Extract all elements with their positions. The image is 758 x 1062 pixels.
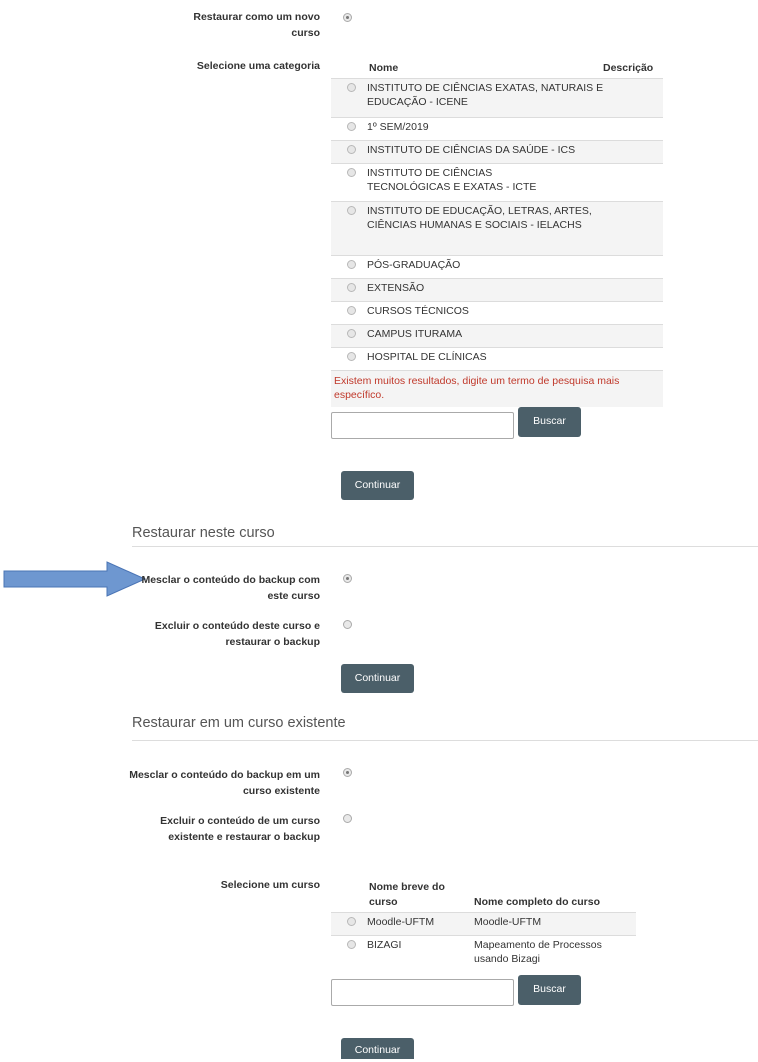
category-name: HOSPITAL DE CLÍNICAS xyxy=(367,351,487,363)
select-category-label: Selecione uma categoria xyxy=(196,60,320,72)
category-row[interactable]: 1º SEM/2019 xyxy=(331,117,663,140)
category-header-name: Nome xyxy=(369,62,399,74)
delete-this-course-radio[interactable] xyxy=(343,620,352,629)
category-name: CAMPUS ITURAMA xyxy=(367,328,463,340)
category-search-input[interactable] xyxy=(331,412,514,439)
category-row[interactable]: INSTITUTO DE CIÊNCIAS DA SAÚDE - ICS xyxy=(331,140,663,163)
category-radio[interactable] xyxy=(347,329,356,338)
category-radio[interactable] xyxy=(347,122,356,131)
course-header-short: Nome breve do curso xyxy=(369,881,445,908)
merge-this-course-radio[interactable] xyxy=(343,574,352,583)
category-search-button[interactable]: Buscar xyxy=(518,407,581,437)
course-search-input[interactable] xyxy=(331,979,514,1006)
divider xyxy=(132,546,758,547)
restore-new-course-radio[interactable] xyxy=(343,13,352,22)
restore-new-course-label: Restaurar como um novo curso xyxy=(193,11,320,39)
delete-existing-course-label: Excluir o conteúdo de um curso existente… xyxy=(160,815,320,843)
category-radio[interactable] xyxy=(347,283,356,292)
category-name: PÓS-GRADUAÇÃO xyxy=(367,259,461,271)
category-name: CURSOS TÉCNICOS xyxy=(367,305,469,317)
merge-this-course-label: Mesclar o conteúdo do backup com este cu… xyxy=(141,574,320,602)
course-header-full: Nome completo do curso xyxy=(474,896,601,908)
course-search-button[interactable]: Buscar xyxy=(518,975,581,1005)
category-radio[interactable] xyxy=(347,83,356,92)
continue-this-course-button[interactable]: Continuar xyxy=(341,664,414,693)
category-radio[interactable] xyxy=(347,145,356,154)
course-radio[interactable] xyxy=(347,940,356,949)
category-radio[interactable] xyxy=(347,306,356,315)
delete-existing-course-radio[interactable] xyxy=(343,814,352,823)
category-row[interactable]: CURSOS TÉCNICOS xyxy=(331,301,663,324)
category-radio[interactable] xyxy=(347,168,356,177)
course-full-name: Mapeamento de Processos usando Bizagi xyxy=(474,939,602,965)
category-name: INSTITUTO DE CIÊNCIAS DA SAÚDE - ICS xyxy=(367,144,576,156)
section-title-existing-course: Restaurar em um curso existente xyxy=(132,715,346,731)
category-row[interactable]: CAMPUS ITURAMA xyxy=(331,324,663,347)
category-row[interactable]: INSTITUTO DE EDUCAÇÃO, LETRAS, ARTES, CI… xyxy=(331,201,663,255)
course-row[interactable]: Moodle-UFTM Moodle-UFTM xyxy=(331,912,636,935)
category-name: 1º SEM/2019 xyxy=(367,121,429,133)
category-name: INSTITUTO DE CIÊNCIAS EXATAS, NATURAIS E… xyxy=(367,82,604,108)
category-name: INSTITUTO DE EDUCAÇÃO, LETRAS, ARTES, CI… xyxy=(367,205,592,231)
category-row[interactable]: INSTITUTO DE CIÊNCIAS TECNOLÓGICAS E EXA… xyxy=(331,163,663,201)
category-radio[interactable] xyxy=(347,260,356,269)
category-row[interactable]: EXTENSÃO xyxy=(331,278,663,301)
category-radio[interactable] xyxy=(347,352,356,361)
category-name: INSTITUTO DE CIÊNCIAS TECNOLÓGICAS E EXA… xyxy=(367,167,537,193)
category-header-description: Descrição xyxy=(603,62,654,74)
course-short-name: Moodle-UFTM xyxy=(367,916,435,928)
warning-row: Existem muitos resultados, digite um ter… xyxy=(331,370,663,407)
delete-this-course-label: Excluir o conteúdo deste curso e restaur… xyxy=(154,620,320,648)
continue-new-course-button[interactable]: Continuar xyxy=(341,471,414,500)
select-course-label: Selecione um curso xyxy=(220,879,320,891)
category-radio[interactable] xyxy=(347,206,356,215)
continue-existing-course-button[interactable]: Continuar xyxy=(341,1038,414,1059)
merge-existing-course-radio[interactable] xyxy=(343,768,352,777)
category-row[interactable]: INSTITUTO DE CIÊNCIAS EXATAS, NATURAIS E… xyxy=(331,78,663,117)
course-row[interactable]: BIZAGI Mapeamento de Processos usando Bi… xyxy=(331,935,636,972)
course-full-name: Moodle-UFTM xyxy=(474,916,542,928)
category-row[interactable]: PÓS-GRADUAÇÃO xyxy=(331,255,663,278)
merge-existing-course-label: Mesclar o conteúdo do backup em um curso… xyxy=(129,769,320,797)
category-name: EXTENSÃO xyxy=(367,282,425,294)
course-radio[interactable] xyxy=(347,917,356,926)
too-many-results-warning: Existem muitos resultados, digite um ter… xyxy=(334,375,620,401)
divider xyxy=(132,740,758,741)
section-title-this-course: Restaurar neste curso xyxy=(132,525,275,541)
course-short-name: BIZAGI xyxy=(367,939,402,951)
category-row[interactable]: HOSPITAL DE CLÍNICAS xyxy=(331,347,663,370)
